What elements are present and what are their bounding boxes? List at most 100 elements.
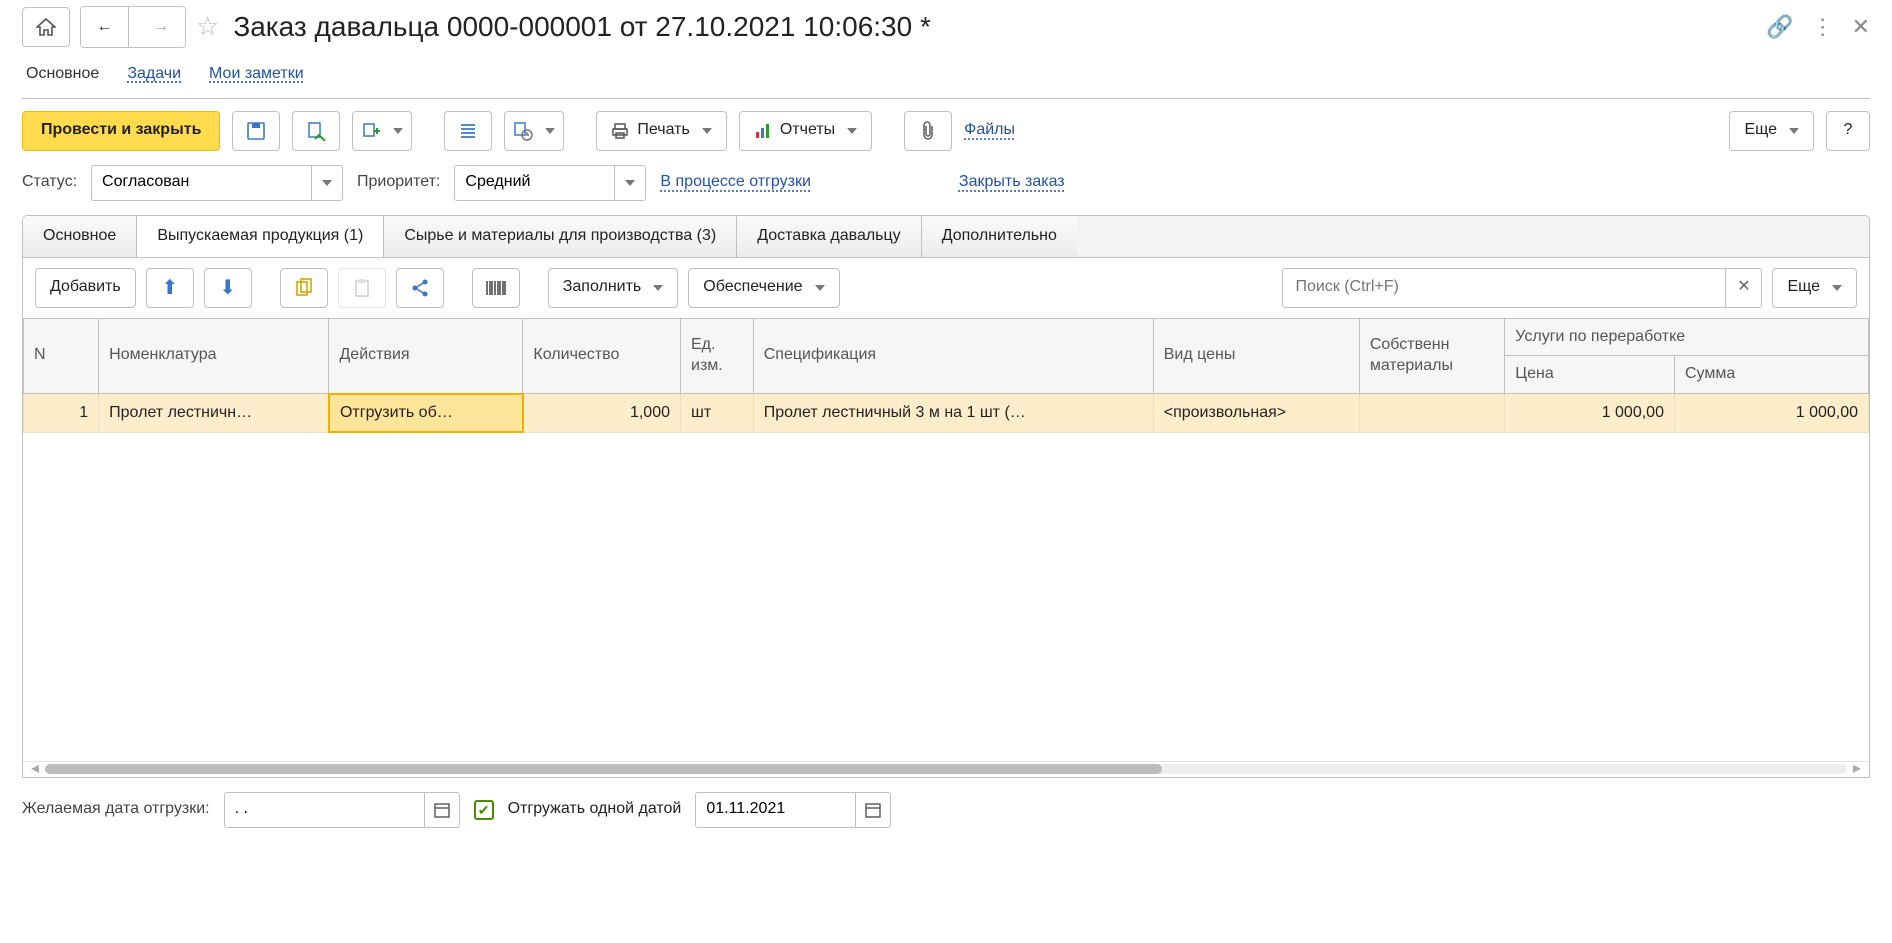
chevron-down-icon [1789,128,1799,134]
desired-date-input[interactable] [224,792,424,828]
help-button[interactable]: ? [1826,111,1870,151]
table-toolbar: Добавить ⬆ ⬇ Заполнить Обеспечение ✕ Еще [22,258,1870,318]
tab-products[interactable]: Выпускаемая продукция (1) [137,216,384,257]
tab-delivery[interactable]: Доставка давальцу [737,216,921,257]
one-date-checkbox[interactable]: ✔ [474,800,494,820]
table-row[interactable]: 1 Пролет лестничн… Отгрузить об… 1,000 ш… [24,394,1869,433]
close-order-link[interactable]: Закрыть заказ [959,172,1065,193]
tab-extra[interactable]: Дополнительно [922,216,1077,257]
clock-icon [513,121,533,141]
files-link[interactable]: Файлы [964,120,1015,141]
status-input[interactable] [91,165,311,201]
print-button[interactable]: Печать [596,111,726,151]
barcode-button[interactable] [472,268,520,308]
arrow-down-icon: ⬇ [219,275,236,301]
cell-n[interactable]: 1 [24,394,99,433]
desired-date-field[interactable] [224,792,460,828]
tab-notes[interactable]: Мои заметки [207,58,306,98]
paste-icon [353,278,371,298]
scroll-left-icon: ◂ [31,759,39,780]
commit-close-button[interactable]: Провести и закрыть [22,111,220,151]
calendar-button[interactable] [424,792,460,828]
forward-button[interactable]: → [137,7,185,47]
tab-main[interactable]: Основное [24,58,101,98]
cell-nomen[interactable]: Пролет лестничн… [99,394,329,433]
fill-button[interactable]: Заполнить [548,268,679,308]
tab-tasks[interactable]: Задачи [125,58,183,98]
col-own-mat[interactable]: Собственн материалы [1359,319,1504,394]
close-icon: ✕ [1737,277,1750,298]
search-clear-button[interactable]: ✕ [1725,269,1761,307]
add-button[interactable]: Добавить [35,268,136,308]
ensure-button[interactable]: Обеспечение [688,268,839,308]
cell-own-mat[interactable] [1359,394,1504,433]
col-spec[interactable]: Спецификация [753,319,1153,394]
priority-input[interactable] [454,165,614,201]
priority-dropdown-button[interactable] [614,165,646,201]
move-up-button[interactable]: ⬆ [146,268,194,308]
ship-date-field[interactable] [695,792,891,828]
create-based-on-button[interactable] [352,111,412,151]
check-icon: ✔ [478,801,490,819]
arrow-up-icon: ⬆ [161,275,178,301]
col-price-type[interactable]: Вид цены [1153,319,1359,394]
status-combo[interactable] [91,165,343,201]
copy-icon [295,278,313,298]
paste-button[interactable] [338,268,386,308]
share-button[interactable] [396,268,444,308]
col-price[interactable]: Цена [1505,356,1675,394]
desired-date-label: Желаемая дата отгрузки: [22,799,210,820]
table-header: N Номенклатура Действия Количество Ед. и… [24,319,1869,394]
footer-row: Желаемая дата отгрузки: ✔ Отгружать одно… [22,792,1870,828]
tab-basic[interactable]: Основное [23,216,137,257]
page-title: Заказ давальца 0000-000001 от 27.10.2021… [233,9,931,45]
reports-button[interactable]: Отчеты [739,111,872,151]
priority-combo[interactable] [454,165,646,201]
attach-button[interactable] [904,111,952,151]
col-qty[interactable]: Количество [523,319,681,394]
status-dropdown-button[interactable] [311,165,343,201]
kebab-menu-icon[interactable]: ⋮ [1812,13,1834,42]
col-actions[interactable]: Действия [329,319,523,394]
status-label: Статус: [22,172,77,193]
scrollbar-thumb[interactable] [45,764,1162,774]
close-icon[interactable]: ✕ [1852,13,1870,42]
col-sum[interactable]: Сумма [1674,356,1868,394]
search-input[interactable] [1283,277,1725,298]
chart-icon [754,122,772,140]
favorite-star-icon[interactable]: ☆ [196,10,219,44]
more-button-2[interactable]: Еще [1772,268,1857,308]
col-nomen[interactable]: Номенклатура [99,319,329,394]
chevron-down-icon [625,180,635,186]
cell-unit[interactable]: шт [681,394,754,433]
search-box[interactable]: ✕ [1282,268,1762,308]
chevron-down-icon [393,128,403,134]
cell-qty[interactable]: 1,000 [523,394,681,433]
cell-price[interactable]: 1 000,00 [1505,394,1675,433]
back-button[interactable]: ← [81,7,129,47]
home-button[interactable] [22,7,70,47]
tab-materials[interactable]: Сырье и материалы для производства (3) [384,216,737,257]
cell-sum[interactable]: 1 000,00 [1674,394,1868,433]
scrollbar-track[interactable] [45,764,1847,774]
ship-date-input[interactable] [695,792,855,828]
structure-button[interactable] [444,111,492,151]
save-button[interactable] [232,111,280,151]
post-button[interactable] [292,111,340,151]
shipping-link[interactable]: В процессе отгрузки [660,172,811,193]
col-n[interactable]: N [24,319,99,394]
home-icon [36,18,56,36]
window-header: ← → ☆ Заказ давальца 0000-000001 от 27.1… [22,6,1870,48]
col-unit[interactable]: Ед. изм. [681,319,754,394]
cell-spec[interactable]: Пролет лестничный 3 м на 1 шт (… [753,394,1153,433]
cell-price-type[interactable]: <произвольная> [1153,394,1359,433]
horizontal-scrollbar[interactable]: ◂ ▸ [23,761,1869,777]
copy-button[interactable] [280,268,328,308]
move-down-button[interactable]: ⬇ [204,268,252,308]
cell-actions[interactable]: Отгрузить об… [329,394,523,433]
time-button[interactable] [504,111,564,151]
calendar-button-2[interactable] [855,792,891,828]
col-processing[interactable]: Услуги по переработке [1505,319,1869,356]
link-icon[interactable]: 🔗 [1766,13,1793,42]
more-button[interactable]: Еще [1729,111,1814,151]
